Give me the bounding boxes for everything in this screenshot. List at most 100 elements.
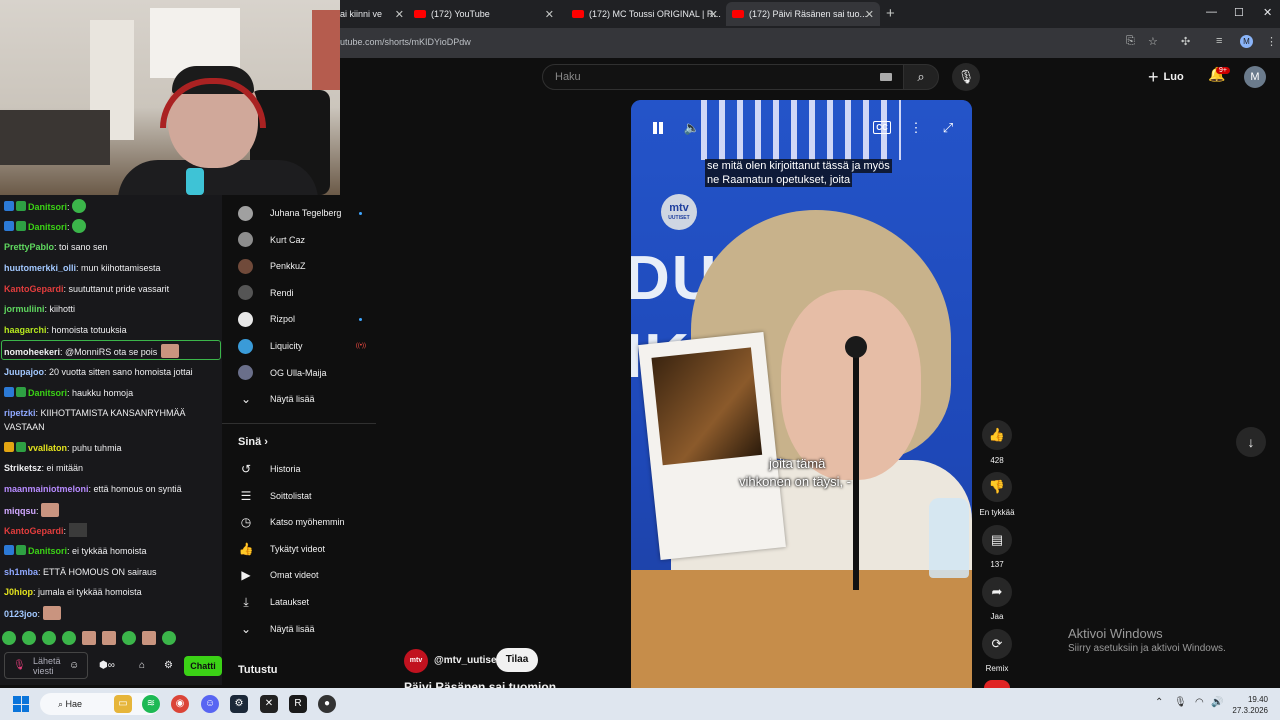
chat-username[interactable]: KantoGepardi xyxy=(4,526,64,536)
sub-badge-icon[interactable] xyxy=(16,442,26,452)
chat-username[interactable]: maanmainiotmeloni xyxy=(4,484,89,494)
voice-search-button[interactable]: 🎙 xyxy=(952,63,980,91)
chrome-icon[interactable]: ◉ xyxy=(171,695,189,713)
chat-username[interactable]: vvallaton xyxy=(28,443,67,453)
emote[interactable] xyxy=(82,631,96,645)
browser-tab[interactable]: (172) YouTube ✕ xyxy=(408,2,560,26)
extensions-icon[interactable]: ✣ xyxy=(1181,35,1190,48)
microphone-icon[interactable]: 🎙 xyxy=(13,660,26,671)
create-button[interactable]: + Luo xyxy=(1148,66,1184,88)
chat-username[interactable]: sh1mba xyxy=(4,567,38,577)
chat-username[interactable]: Danitsori xyxy=(28,202,67,212)
browser-tab-active[interactable]: (172) Päivi Räsänen sai tuo... ✕ xyxy=(726,2,880,26)
browser-profile-avatar[interactable]: M xyxy=(1240,35,1253,48)
emote[interactable] xyxy=(102,631,116,645)
share-button[interactable]: ➦ xyxy=(982,577,1012,607)
you-section-header[interactable]: Sinä › xyxy=(238,436,268,448)
minimize-icon[interactable]: — xyxy=(1206,6,1217,18)
volume-button[interactable]: 🔈 xyxy=(679,116,705,140)
sub-badge-icon[interactable] xyxy=(16,387,26,397)
sidebar-item[interactable]: 👍 Tykätyt videot xyxy=(238,539,326,559)
subscription-item[interactable]: OG Ulla-Maija xyxy=(238,363,368,383)
close-tab-icon[interactable]: ✕ xyxy=(709,8,718,21)
remix-button[interactable]: ⟳ xyxy=(982,629,1012,659)
url-field[interactable]: utube.com/shorts/mKIDYioDPdw xyxy=(340,37,471,47)
bookmark-star-icon[interactable]: ☆ xyxy=(1148,35,1158,48)
sidebar-item[interactable]: ↺ Historia xyxy=(238,459,301,479)
comments-button[interactable]: ▤ xyxy=(982,525,1012,555)
steam-icon[interactable]: ⚙ xyxy=(230,695,248,713)
new-tab-icon[interactable]: + xyxy=(886,5,895,22)
sidebar-item[interactable]: ⤓ Lataukset xyxy=(238,592,309,612)
channel-name[interactable]: @mtv_uutiset xyxy=(434,655,500,666)
store-icon[interactable]: ⌂ xyxy=(139,660,145,671)
xbox-app-icon[interactable]: ✕ xyxy=(260,695,278,713)
windows-start-icon[interactable] xyxy=(13,696,29,712)
more-options-button[interactable]: ⋮ xyxy=(903,116,929,140)
settings-gear-icon[interactable]: ⚙ xyxy=(164,660,173,671)
next-short-button[interactable]: ↓ xyxy=(1236,427,1266,457)
tray-mic-icon[interactable]: 🎙 xyxy=(1174,697,1187,708)
shorts-player[interactable]: DUIK mtv UUTISET 🔈 CC ⋮ ⤢ se mitä olen k… xyxy=(631,100,972,688)
emote[interactable] xyxy=(2,631,16,645)
browser-tab[interactable]: ai kiinni ve ✕ xyxy=(340,2,410,26)
emote[interactable] xyxy=(162,631,176,645)
chat-username[interactable]: J0hiop xyxy=(4,587,33,597)
install-app-icon[interactable]: ⎘ xyxy=(1126,35,1135,48)
sub-badge-icon[interactable] xyxy=(16,545,26,555)
maximize-icon[interactable]: ☐ xyxy=(1234,6,1244,19)
volume-tray-icon[interactable]: 🔊 xyxy=(1211,697,1223,708)
browser-tab[interactable]: (172) MC Toussi ORIGINAL | R... ✕ xyxy=(566,2,724,26)
chat-username[interactable]: PrettyPablo xyxy=(4,242,54,252)
subscription-item[interactable]: Rendi xyxy=(238,283,368,303)
close-tab-icon[interactable]: ✕ xyxy=(395,8,404,21)
chat-username[interactable]: Danitsori xyxy=(28,546,67,556)
discord-icon[interactable]: ☺ xyxy=(201,695,219,713)
taskbar-clock[interactable]: 19.40 27.3.2026 xyxy=(1232,694,1268,716)
emote[interactable] xyxy=(22,631,36,645)
prime-badge-icon[interactable] xyxy=(4,201,14,211)
dislike-button[interactable]: 👎 xyxy=(982,472,1012,502)
chat-username[interactable]: huutomerkki_olli xyxy=(4,263,76,273)
chat-username[interactable]: KantoGepardi xyxy=(4,284,64,294)
prime-badge-icon[interactable] xyxy=(4,387,14,397)
prime-badge-icon[interactable] xyxy=(4,221,14,231)
media-control-icon[interactable]: ≡ xyxy=(1216,35,1222,47)
wifi-icon[interactable]: ◠ xyxy=(1195,697,1204,708)
emote[interactable] xyxy=(122,631,136,645)
close-tab-icon[interactable]: ✕ xyxy=(865,8,874,21)
chat-username[interactable]: ripetzki xyxy=(4,408,36,418)
file-explorer-icon[interactable]: ▭ xyxy=(114,695,132,713)
sidebar-item[interactable]: ▶ Omat videot xyxy=(238,565,318,585)
prime-badge-icon[interactable] xyxy=(4,545,14,555)
subscription-item[interactable]: Liquicity ((•)) xyxy=(238,336,368,356)
chat-username[interactable]: Danitsori xyxy=(28,222,67,232)
tray-chevron-icon[interactable]: ⌃ xyxy=(1155,697,1163,708)
fullscreen-button[interactable]: ⤢ xyxy=(935,116,961,140)
pause-button[interactable] xyxy=(645,116,671,140)
bits-icon[interactable]: ⬢∞ xyxy=(99,660,115,671)
chat-username[interactable]: haagarchi xyxy=(4,325,47,335)
chat-username[interactable]: miqqsu xyxy=(4,506,36,516)
search-box[interactable]: Haku xyxy=(542,64,904,90)
subscription-item[interactable]: Kurt Caz xyxy=(238,230,368,250)
chat-username[interactable]: Danitsori xyxy=(28,388,67,398)
captions-button[interactable]: CC xyxy=(869,116,895,140)
browser-menu-icon[interactable]: ⋮ xyxy=(1266,35,1277,48)
close-window-icon[interactable]: ✕ xyxy=(1263,6,1272,19)
sound-thumbnail[interactable] xyxy=(984,680,1010,688)
chat-username[interactable]: nomoheekeri xyxy=(4,347,60,357)
subscription-item[interactable]: PenkkuZ xyxy=(238,256,368,276)
like-button[interactable]: 👍 xyxy=(982,420,1012,450)
chat-input[interactable]: 🎙 Lähetä viesti ☺ xyxy=(4,652,88,679)
show-more-subscriptions[interactable]: ⌄ Näytä lisää xyxy=(238,389,315,409)
emote[interactable] xyxy=(42,631,56,645)
account-avatar[interactable]: M xyxy=(1244,66,1266,88)
subscription-item[interactable]: Rizpol xyxy=(238,309,368,329)
sidebar-item[interactable]: ☰ Soittolistat xyxy=(238,486,312,506)
keyboard-icon[interactable] xyxy=(880,73,892,81)
emoji-icon[interactable]: ☺ xyxy=(69,660,79,671)
chat-username[interactable]: 0123joo xyxy=(4,609,38,619)
sidebar-item[interactable]: ◷ Katso myöhemmin xyxy=(238,512,345,532)
sub-badge-icon[interactable] xyxy=(16,201,26,211)
